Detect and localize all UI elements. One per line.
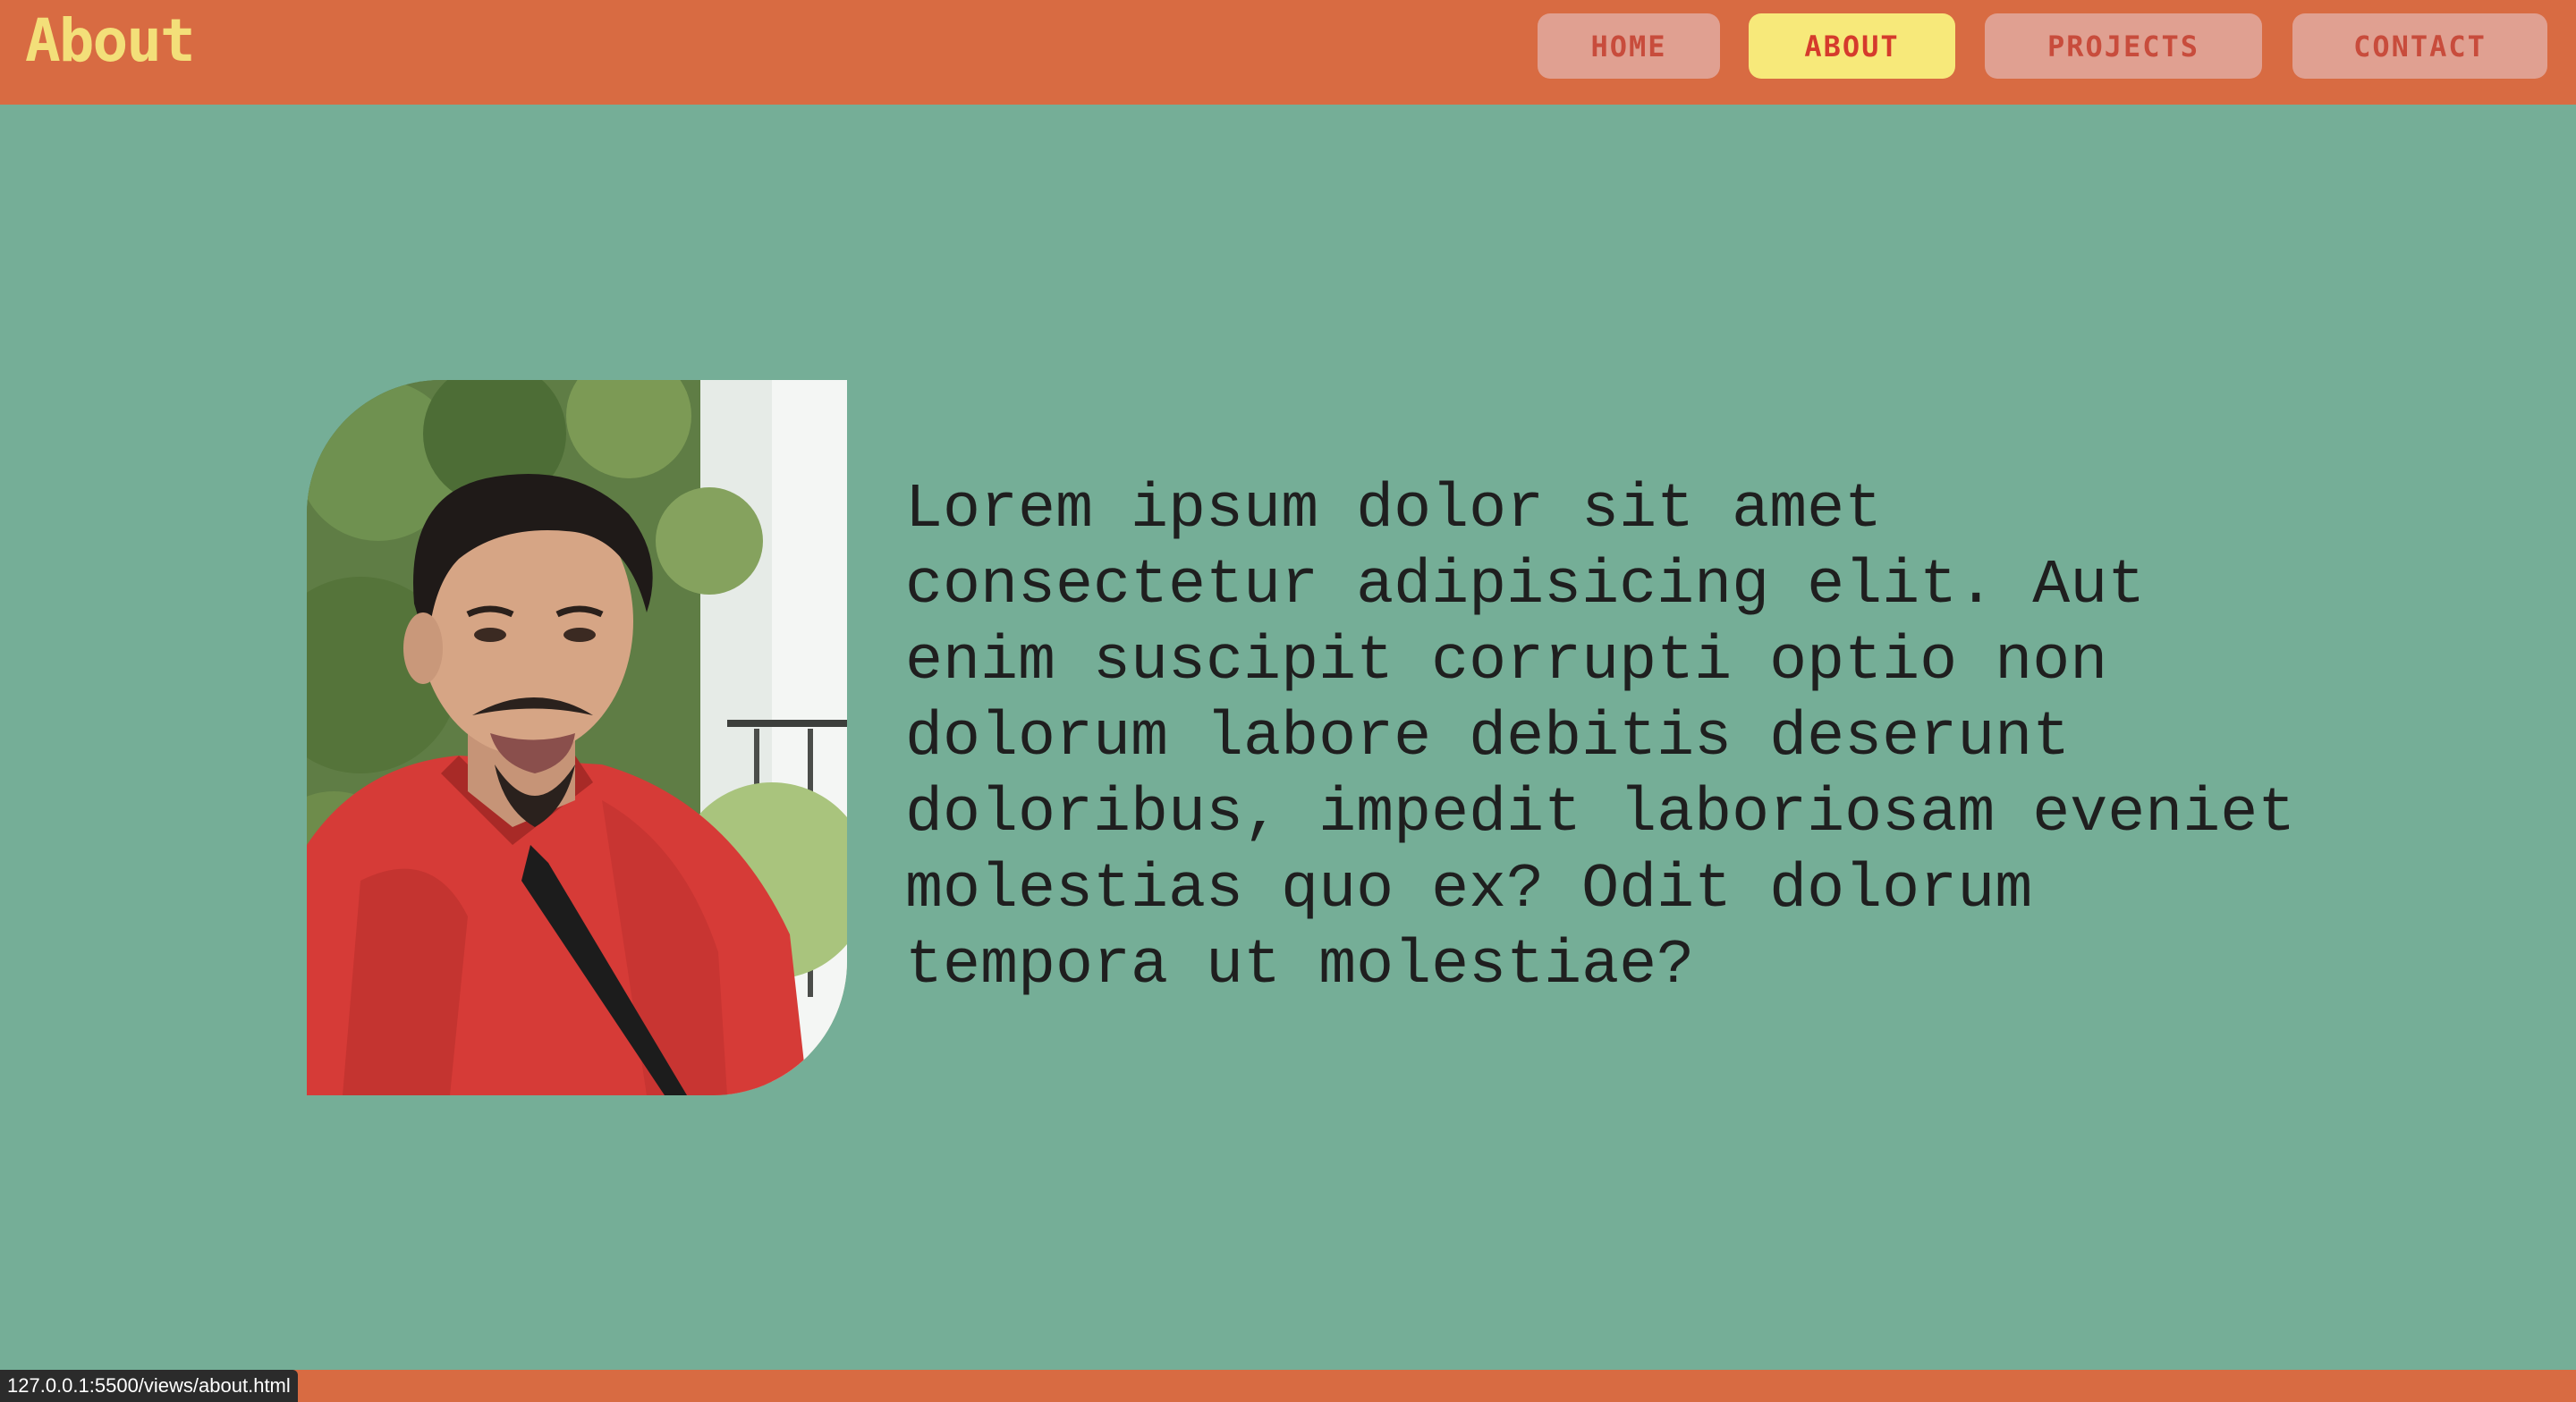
nav-contact-button[interactable]: CONTACT xyxy=(2292,13,2547,79)
page-title: About xyxy=(25,6,196,75)
bio-paragraph: Lorem ipsum dolor sit amet consectetur a… xyxy=(905,475,2296,1001)
status-bar-url: 127.0.0.1:5500/views/about.html xyxy=(0,1370,298,1402)
nav-about-button[interactable]: ABOUT xyxy=(1749,13,1955,79)
profile-photo xyxy=(307,380,847,1095)
site-header: About HOME ABOUT PROJECTS CONTACT xyxy=(0,0,2576,105)
nav-projects-button[interactable]: PROJECTS xyxy=(1985,13,2262,79)
footer-bar xyxy=(0,1370,2576,1402)
nav-home-button[interactable]: HOME xyxy=(1538,13,1720,79)
